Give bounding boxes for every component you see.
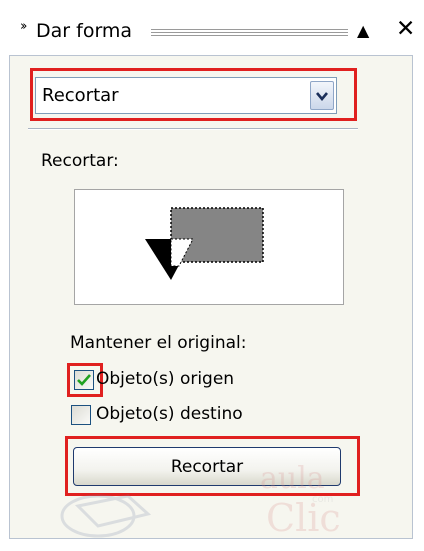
watermark-text-bottom: Clic bbox=[266, 496, 341, 540]
preview-area bbox=[74, 189, 344, 305]
pane-title: Dar forma bbox=[36, 20, 133, 42]
section-divider bbox=[28, 128, 358, 130]
dropdown-selected-value: Recortar bbox=[42, 85, 119, 106]
source-objects-checkbox[interactable] bbox=[74, 370, 94, 390]
watermark-mouse-icon bbox=[60, 494, 152, 538]
target-objects-checkbox[interactable] bbox=[71, 405, 91, 425]
title-grip-divider bbox=[151, 29, 348, 36]
pane-options-icon[interactable]: ›› bbox=[20, 19, 28, 34]
close-icon[interactable]: ✕ bbox=[396, 16, 415, 42]
section-label: Recortar: bbox=[41, 151, 119, 171]
source-objects-label: Objeto(s) origen bbox=[96, 369, 235, 389]
watermark-text-top: aula bbox=[260, 461, 325, 496]
task-pane-body: Recortar: Mantener el original: Objeto(s… bbox=[9, 55, 413, 540]
chevron-down-icon[interactable] bbox=[310, 81, 334, 110]
action-dropdown[interactable]: Recortar bbox=[35, 77, 337, 114]
crop-preview-illustration bbox=[145, 207, 264, 280]
target-objects-label: Objeto(s) destino bbox=[96, 404, 243, 424]
keep-original-label: Mantener el original: bbox=[70, 333, 247, 353]
watermark-logo bbox=[48, 466, 408, 544]
check-mark-icon bbox=[77, 374, 91, 386]
collapse-icon[interactable]: ▲ bbox=[357, 21, 369, 40]
task-pane-titlebar: ›› Dar forma ▲ ✕ bbox=[0, 0, 424, 60]
